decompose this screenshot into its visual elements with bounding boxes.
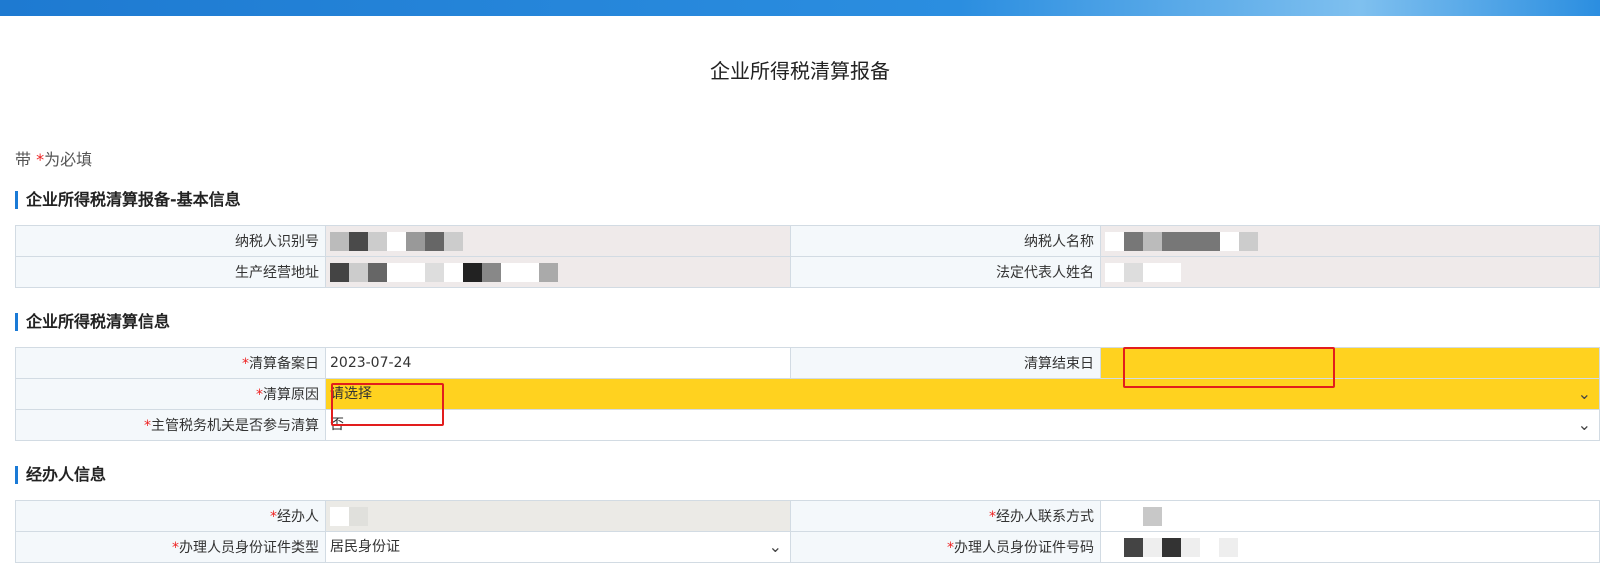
filing-date-input[interactable]: 2023-07-24 — [325, 347, 791, 379]
required-note-prefix: 带 — [15, 150, 37, 169]
required-note: 带 *为必填 — [15, 146, 92, 170]
annotation-box-end-date — [1123, 347, 1335, 388]
chevron-down-icon[interactable]: ⌄ — [1578, 411, 1591, 440]
id-type-select-box[interactable]: 居民身份证 ⌄ — [327, 533, 790, 562]
required-star: * — [989, 509, 996, 525]
taxpayer-name-label: 纳税人名称 — [790, 225, 1101, 257]
required-note-suffix: 为必填 — [44, 150, 93, 169]
phone-input[interactable] — [1100, 500, 1600, 532]
legal-rep-label: 法定代表人姓名 — [790, 256, 1101, 288]
chevron-down-icon[interactable]: ⌄ — [1578, 380, 1591, 409]
basic-info-table: 纳税人识别号 纳税人名称 生产经营地址 法定代表人姓名 — [15, 225, 1600, 288]
table-row: *经办人 *经办人联系方式 — [15, 500, 1600, 532]
reason-select-box[interactable]: 请选择 ⌄ — [327, 380, 1599, 409]
id-number-label: *办理人员身份证件号码 — [790, 531, 1101, 563]
required-star: * — [36, 150, 45, 169]
table-row: 纳税人识别号 纳税人名称 — [15, 225, 1600, 257]
table-row: *主管税务机关是否参与清算 否 ⌄ — [15, 409, 1600, 441]
id-type-select-value: 居民身份证 — [330, 539, 400, 555]
legal-rep-field — [1100, 256, 1600, 288]
chevron-down-icon[interactable]: ⌄ — [769, 533, 782, 562]
table-row: *清算原因 请选择 ⌄ — [15, 378, 1600, 410]
tax-authority-select-box[interactable]: 否 ⌄ — [327, 411, 1599, 440]
address-label: 生产经营地址 — [15, 256, 326, 288]
reason-label: *清算原因 — [15, 378, 326, 410]
section-title-handler: 经办人信息 — [15, 466, 106, 484]
page-title: 企业所得税清算报备 — [710, 59, 890, 83]
required-star: * — [144, 418, 151, 434]
tax-authority-label: *主管税务机关是否参与清算 — [15, 409, 326, 441]
taxpayer-name-field — [1100, 225, 1600, 257]
top-banner — [0, 0, 1600, 16]
id-number-input[interactable] — [1100, 531, 1600, 563]
required-star: * — [242, 356, 249, 372]
phone-label: *经办人联系方式 — [790, 500, 1101, 532]
address-field — [325, 256, 791, 288]
required-star: * — [270, 509, 277, 525]
section-title-liquidation: 企业所得税清算信息 — [15, 313, 170, 331]
filing-date-label: *清算备案日 — [15, 347, 326, 379]
handler-label: *经办人 — [15, 500, 326, 532]
taxpayer-id-field — [325, 225, 791, 257]
required-star: * — [947, 540, 954, 556]
annotation-box-reason — [331, 383, 444, 426]
taxpayer-id-label: 纳税人识别号 — [15, 225, 326, 257]
table-row: *办理人员身份证件类型 居民身份证 ⌄ *办理人员身份证件号码 — [15, 531, 1600, 563]
handler-info-table: *经办人 *经办人联系方式 *办理人员身份证件类型 居民身份证 ⌄ *办理人员身… — [15, 500, 1600, 563]
id-type-label: *办理人员身份证件类型 — [15, 531, 326, 563]
liquidation-info-table: *清算备案日 2023-07-24 清算结束日 *清算原因 请选择 ⌄ *主管税… — [15, 347, 1600, 441]
required-star: * — [172, 540, 179, 556]
id-type-select[interactable]: 居民身份证 ⌄ — [325, 531, 791, 563]
tax-authority-select[interactable]: 否 ⌄ — [325, 409, 1600, 441]
table-row: 生产经营地址 法定代表人姓名 — [15, 256, 1600, 288]
table-row: *清算备案日 2023-07-24 清算结束日 — [15, 347, 1600, 379]
handler-input[interactable] — [325, 500, 791, 532]
reason-select[interactable]: 请选择 ⌄ — [325, 378, 1600, 410]
section-title-basic: 企业所得税清算报备-基本信息 — [15, 191, 241, 209]
required-star: * — [256, 387, 263, 403]
end-date-label: 清算结束日 — [790, 347, 1101, 379]
